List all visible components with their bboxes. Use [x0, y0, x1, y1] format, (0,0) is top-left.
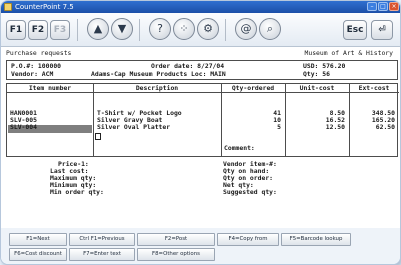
lookup-icon[interactable]: [95, 133, 101, 140]
down-arrow-button[interactable]: ▼: [111, 18, 133, 40]
magnifier-icon: ⌕: [266, 22, 274, 35]
app-icon: [4, 3, 12, 11]
arrow-down-icon: ▼: [117, 22, 127, 35]
function-key-bar: F1=Next Ctrl F1=Previous F2=Post F4=Copy…: [1, 228, 400, 264]
previous-button[interactable]: Ctrl F1=Previous: [69, 233, 135, 246]
at-sign-icon: @: [240, 22, 252, 35]
toolbar-separator: [139, 19, 140, 41]
other-options-button[interactable]: F8=Other options: [137, 248, 215, 261]
column-divider: [93, 84, 94, 156]
post-button[interactable]: F2=Post: [137, 233, 215, 246]
arrow-up-icon: ▲: [93, 22, 103, 35]
help-button[interactable]: ?: [149, 18, 171, 40]
min-order-qty-label: Min order qty:: [50, 188, 104, 196]
enter-icon: ⏎: [378, 25, 386, 35]
close-button[interactable]: ×: [389, 2, 399, 11]
minimize-button[interactable]: –: [367, 2, 377, 11]
column-header: Description: [93, 84, 221, 93]
f3-button[interactable]: F3: [50, 20, 70, 40]
column-header: Unit-cost: [285, 84, 349, 93]
next-button[interactable]: F1=Next: [9, 233, 67, 246]
order-date: Order date: 8/27/04: [151, 62, 225, 70]
column-header: Ext-cost: [349, 84, 399, 93]
barcode-lookup-button[interactable]: F5=Barcode lookup: [281, 233, 351, 246]
company-name: Museum of Art & History: [304, 49, 394, 57]
enter-button[interactable]: ⏎: [371, 20, 393, 40]
options-button[interactable]: ⁘: [173, 18, 195, 40]
comment-label: Comment:: [224, 144, 255, 152]
window-title: CounterPoint 7.5: [15, 3, 74, 11]
column-header: Qty-ordered: [221, 84, 285, 93]
form-area: Purchase requests Museum of Art & Histor…: [1, 47, 400, 228]
qty-ordered: 10: [273, 116, 281, 124]
tools-icon: ⚙: [203, 22, 213, 35]
suggested-qty-label: Suggested qty:: [223, 188, 277, 196]
qty-ordered: 5: [277, 123, 281, 131]
question-icon: ?: [157, 22, 163, 35]
email-button[interactable]: @: [235, 18, 257, 40]
toolbar-separator: [225, 19, 226, 41]
enter-text-button[interactable]: F7=Enter text: [69, 248, 135, 261]
dice-icon: ⁘: [179, 22, 189, 35]
item-number-input[interactable]: [8, 133, 92, 141]
line-items-grid: Item number Description Qty-ordered Unit…: [6, 83, 399, 157]
window-controls: – □ ×: [367, 2, 399, 11]
vendor-code: Vendor: ACM: [11, 70, 54, 78]
toolbar-separator: [77, 19, 78, 41]
qty-total: Qty: 56: [303, 70, 330, 78]
item-description: Silver Oval Platter: [97, 123, 171, 131]
item-number[interactable]: SLV-004: [10, 124, 37, 131]
cost-discount-button[interactable]: F6=Cost discount: [9, 248, 67, 261]
column-header: Item number: [7, 84, 93, 93]
maximize-button[interactable]: □: [378, 2, 388, 11]
esc-button[interactable]: Esc: [343, 20, 367, 40]
screen-title: Purchase requests: [6, 49, 72, 57]
f2-button[interactable]: F2: [28, 20, 48, 40]
qty-ordered: 41: [273, 109, 281, 117]
toolbar: F1 F2 F3 ▲ ▼ ? ⁘ ⚙ @ ⌕ Esc ⏎: [1, 13, 400, 47]
f1-button[interactable]: F1: [6, 20, 26, 40]
up-arrow-button[interactable]: ▲: [87, 18, 109, 40]
vendor-name: Adams-Cap Museum Products Loc: MAIN: [91, 70, 226, 78]
copy-from-button[interactable]: F4=Copy from: [217, 233, 279, 246]
search-button[interactable]: ⌕: [259, 18, 281, 40]
app-window: CounterPoint 7.5 – □ × F1 F2 F3 ▲ ▼ ? ⁘ …: [0, 0, 401, 265]
po-number: P.O.#: 100000: [11, 62, 62, 70]
item-details: Price-1: Last cost: Maximum qty: Minimum…: [6, 159, 398, 227]
tools-button[interactable]: ⚙: [197, 18, 219, 40]
title-bar: CounterPoint 7.5 – □ ×: [1, 1, 400, 13]
usd-total: USD: 576.20: [303, 62, 346, 70]
unit-cost: 12.50: [325, 123, 345, 131]
ext-cost: 62.50: [375, 123, 395, 131]
order-header: P.O.#: 100000 Vendor: ACM Order date: 8/…: [6, 60, 398, 80]
